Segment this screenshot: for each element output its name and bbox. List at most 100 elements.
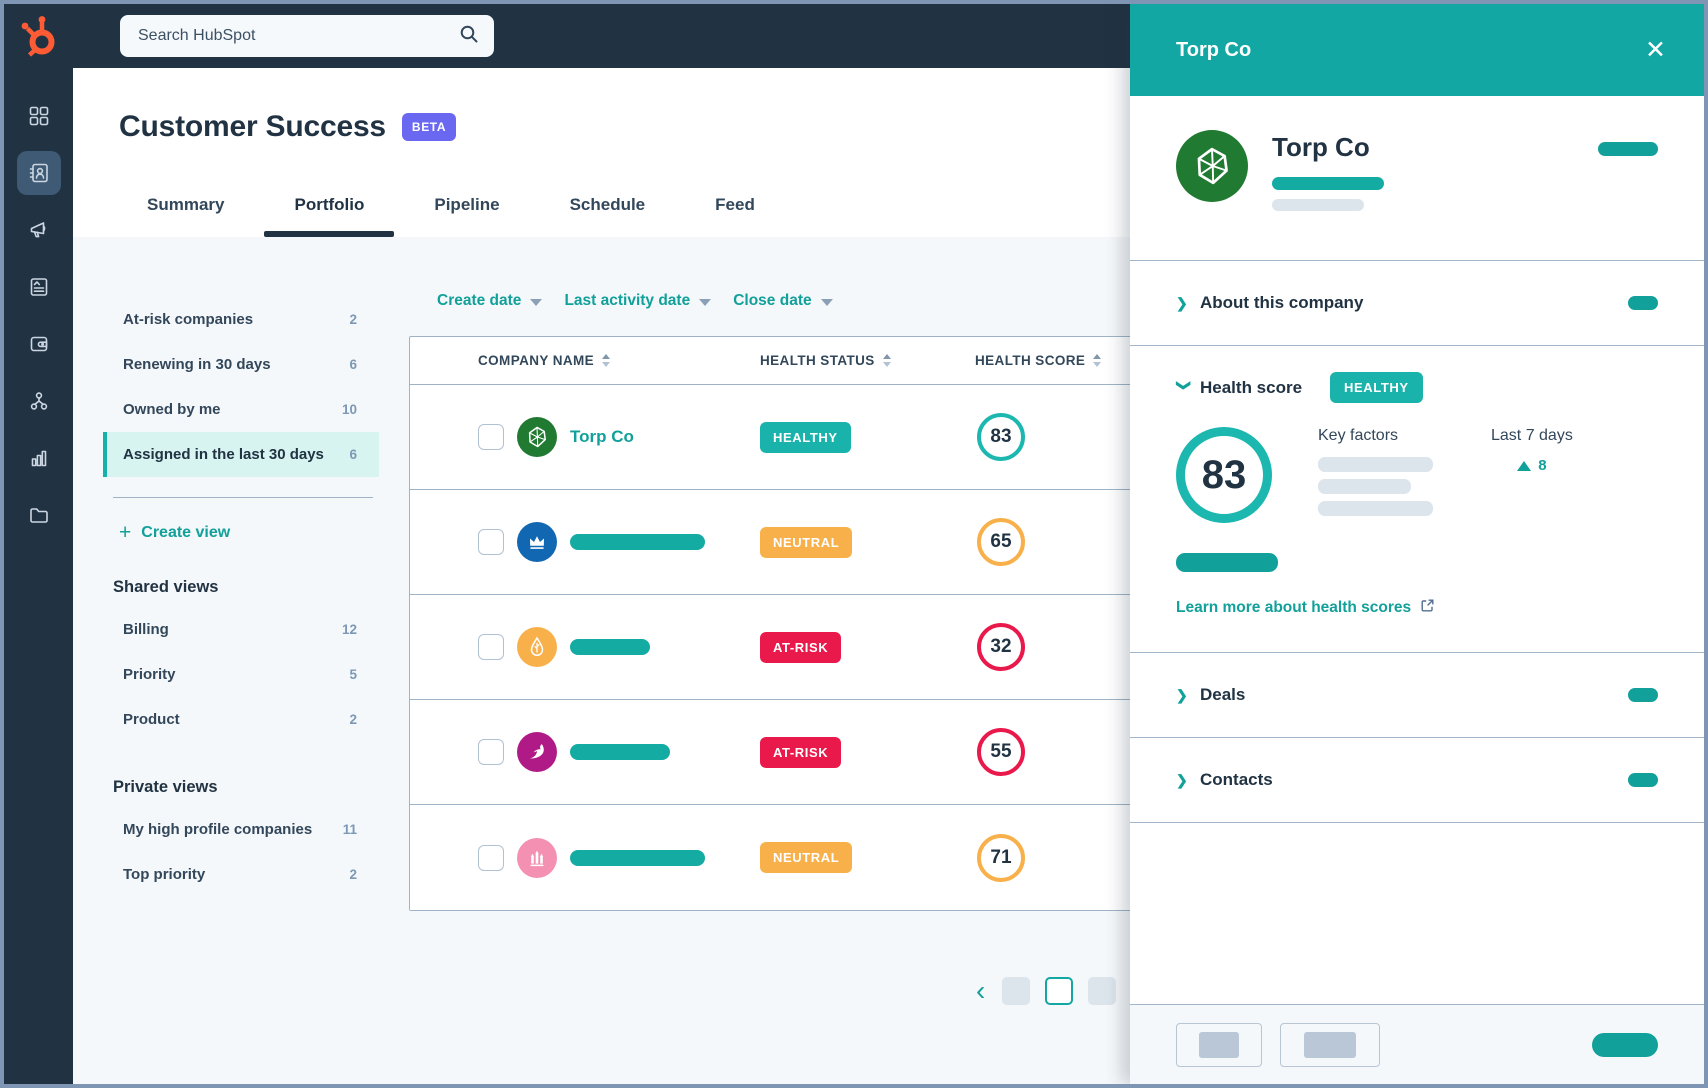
filter-label: Last activity date [564, 292, 690, 310]
company-info-redacted [1272, 199, 1364, 211]
folder-icon [27, 503, 51, 527]
view-item[interactable]: Renewing in 30 days6 [103, 342, 379, 387]
contacts-icon [27, 161, 51, 185]
plus-icon: + [119, 525, 131, 541]
page-button[interactable] [1088, 977, 1116, 1005]
health-status-badge: HEALTHY [1330, 372, 1423, 403]
column-header: COMPANY NAME [410, 353, 760, 368]
tab-summary[interactable]: Summary [147, 195, 224, 237]
view-label: Top priority [123, 866, 349, 883]
filter-dropdown[interactable]: Create date [437, 292, 542, 310]
view-count: 2 [349, 867, 357, 882]
sidebar-item-megaphone[interactable] [17, 208, 61, 252]
view-item[interactable]: Assigned in the last 30 days6 [103, 432, 379, 477]
row-checkbox[interactable] [478, 634, 504, 660]
health-score-circle: 55 [977, 728, 1025, 776]
page-button-current[interactable] [1045, 977, 1073, 1005]
close-icon[interactable]: ✕ [1645, 38, 1666, 63]
tab-pipeline[interactable]: Pipeline [434, 195, 499, 237]
view-item[interactable]: Priority5 [103, 652, 379, 697]
deals-section-header[interactable]: ❯ Deals [1130, 652, 1704, 737]
view-item[interactable]: Owned by me10 [103, 387, 379, 432]
chevron-right-icon: ❯ [1176, 687, 1192, 704]
panel-action-pill[interactable] [1598, 142, 1658, 156]
sort-icon[interactable] [1093, 354, 1101, 367]
previous-page-icon[interactable]: ‹ [976, 977, 985, 1005]
company-avatar-polyhedron-icon [1176, 130, 1248, 202]
sidebar-item-wallet[interactable] [17, 322, 61, 366]
view-item[interactable]: Product2 [103, 697, 379, 742]
company-detail-panel: Torp Co ✕ Torp Co ❯ Abo [1130, 4, 1704, 1084]
column-label: HEALTH SCORE [975, 353, 1085, 368]
sidebar-item-org-chart[interactable] [17, 379, 61, 423]
row-checkbox[interactable] [478, 845, 504, 871]
wolf-icon [517, 732, 557, 772]
view-count: 11 [343, 822, 357, 837]
row-checkbox[interactable] [478, 739, 504, 765]
health-status-badge: AT-RISK [760, 737, 841, 768]
learn-more-link[interactable]: Learn more about health scores [1176, 598, 1658, 618]
sidebar-item-contacts[interactable] [17, 151, 61, 195]
search-icon[interactable] [458, 23, 480, 50]
table-row: NEUTRAL 71 [410, 805, 1150, 910]
bar-chart-icon [27, 446, 51, 470]
sidebar-item-grid[interactable] [17, 94, 61, 138]
leaf-icon [517, 627, 557, 667]
global-search[interactable] [120, 15, 494, 57]
sidebar-item-bar-chart[interactable] [17, 436, 61, 480]
company-name-redacted [570, 850, 705, 866]
view-item[interactable]: Billing12 [103, 607, 379, 652]
view-label: Owned by me [123, 401, 342, 418]
about-edit-pill[interactable] [1628, 296, 1658, 310]
hubspot-logo[interactable] [4, 4, 73, 68]
sidebar-items [17, 94, 61, 537]
create-view-button[interactable]: + Create view [119, 524, 379, 542]
about-section-label: About this company [1200, 293, 1363, 313]
row-checkbox[interactable] [478, 529, 504, 555]
tab-schedule[interactable]: Schedule [570, 195, 646, 237]
contacts-section-header[interactable]: ❯ Contacts [1130, 737, 1704, 822]
page-button[interactable] [1002, 977, 1030, 1005]
health-score-circle: 71 [977, 834, 1025, 882]
health-action-redacted[interactable] [1176, 553, 1278, 572]
document-icon [27, 275, 51, 299]
view-label: Billing [123, 621, 342, 638]
sidebar-item-document[interactable] [17, 265, 61, 309]
view-item[interactable]: My high profile companies11 [103, 807, 379, 852]
contacts-edit-pill[interactable] [1628, 773, 1658, 787]
button-label-redacted [1199, 1032, 1239, 1058]
health-status-badge: NEUTRAL [760, 842, 852, 873]
panel-empty-area [1130, 822, 1704, 1004]
tab-feed[interactable]: Feed [715, 195, 755, 237]
external-link-icon [1420, 598, 1435, 618]
view-label: Priority [123, 666, 349, 683]
footer-primary-button[interactable] [1592, 1033, 1658, 1057]
footer-secondary-button[interactable] [1280, 1023, 1380, 1067]
chevron-down-icon[interactable]: ❯ [1176, 380, 1193, 396]
footer-secondary-button[interactable] [1176, 1023, 1262, 1067]
company-name-link[interactable]: Torp Co [570, 427, 634, 447]
row-checkbox[interactable] [478, 424, 504, 450]
tabs: Summary Portfolio Pipeline Schedule Feed [147, 195, 755, 237]
views-group-heading: Shared views [113, 578, 379, 597]
sidebar-item-folder[interactable] [17, 493, 61, 537]
tab-portfolio[interactable]: Portfolio [294, 195, 364, 237]
sort-icon[interactable] [602, 354, 610, 367]
company-name-redacted [570, 744, 670, 760]
sort-icon[interactable] [883, 354, 891, 367]
health-score-label: Health score [1200, 378, 1302, 398]
filter-dropdown[interactable]: Last activity date [564, 292, 711, 310]
filter-dropdown[interactable]: Close date [733, 292, 832, 310]
search-input[interactable] [138, 27, 458, 45]
megaphone-icon [27, 218, 51, 242]
caret-down-icon [530, 299, 542, 306]
view-item[interactable]: At-risk companies2 [103, 297, 379, 342]
view-label: My high profile companies [123, 821, 343, 838]
filter-label: Create date [437, 292, 521, 310]
view-item[interactable]: Top priority2 [103, 852, 379, 897]
health-score-circle: 83 [977, 413, 1025, 461]
deals-edit-pill[interactable] [1628, 688, 1658, 702]
deals-section-label: Deals [1200, 685, 1245, 705]
pagination: ‹ [976, 977, 1116, 1005]
about-section-header[interactable]: ❯ About this company [1130, 260, 1704, 345]
